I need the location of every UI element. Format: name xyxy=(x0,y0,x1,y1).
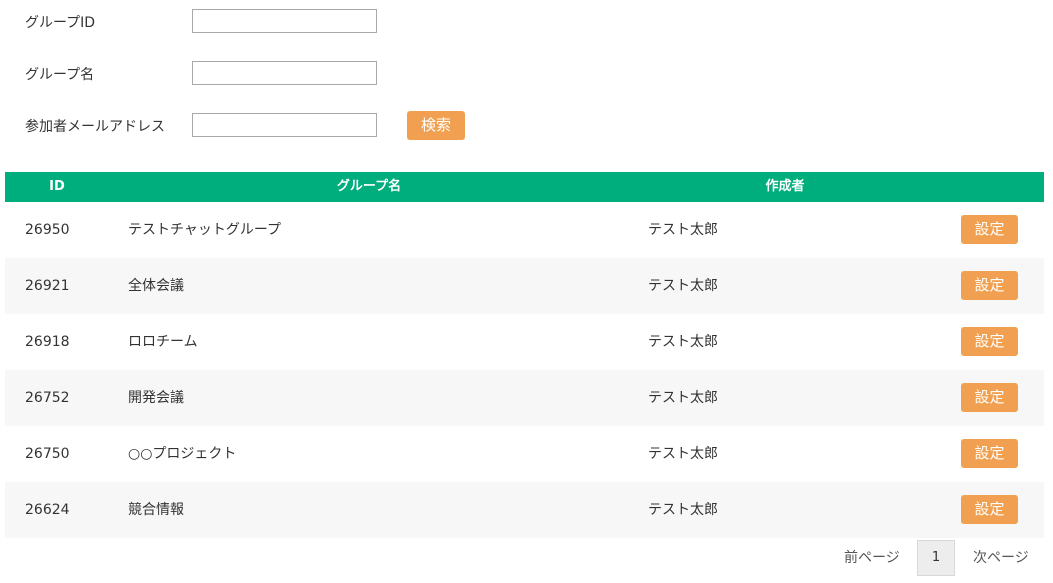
pagination: 前ページ 1 次ページ xyxy=(0,540,1053,578)
prev-page-link[interactable]: 前ページ xyxy=(844,540,900,576)
row-group-name: 開発会議 xyxy=(128,390,184,406)
settings-button[interactable]: 設定 xyxy=(961,215,1018,244)
group-id-label: グループID xyxy=(25,15,96,31)
row-id: 26950 xyxy=(25,222,70,238)
next-page-link[interactable]: 次ページ xyxy=(973,540,1029,576)
row-group-name: ロロチーム xyxy=(128,334,198,350)
settings-button[interactable]: 設定 xyxy=(961,271,1018,300)
settings-button[interactable]: 設定 xyxy=(961,495,1018,524)
row-group-name: テストチャットグループ xyxy=(128,222,282,238)
table-row: 26752 開発会議 テスト太郎 設定 xyxy=(5,370,1044,426)
page-number-current[interactable]: 1 xyxy=(917,540,955,576)
group-id-row: グループID xyxy=(0,7,1053,37)
group-name-label: グループ名 xyxy=(25,67,95,83)
table-row: 26950 テストチャットグループ テスト太郎 設定 xyxy=(5,202,1044,258)
table-row: 26918 ロロチーム テスト太郎 設定 xyxy=(5,314,1044,370)
email-row: 参加者メールアドレス 検索 xyxy=(0,111,1053,141)
row-id: 26921 xyxy=(25,278,70,294)
search-button[interactable]: 検索 xyxy=(407,111,465,140)
row-id: 26750 xyxy=(25,446,70,462)
settings-button[interactable]: 設定 xyxy=(961,439,1018,468)
header-creator: 作成者 xyxy=(765,179,805,194)
email-label: 参加者メールアドレス xyxy=(25,119,165,135)
row-id: 26918 xyxy=(25,334,70,350)
header-group-name: グループ名 xyxy=(336,179,402,194)
row-id: 26624 xyxy=(25,502,70,518)
row-creator: テスト太郎 xyxy=(648,502,718,518)
row-creator: テスト太郎 xyxy=(648,446,718,462)
group-name-row: グループ名 xyxy=(0,59,1053,89)
table-row: 26921 全体会議 テスト太郎 設定 xyxy=(5,258,1044,314)
row-creator: テスト太郎 xyxy=(648,222,718,238)
row-creator: テスト太郎 xyxy=(648,390,718,406)
settings-button[interactable]: 設定 xyxy=(961,383,1018,412)
row-creator: テスト太郎 xyxy=(648,278,718,294)
row-group-name: 全体会議 xyxy=(128,278,184,294)
row-group-name: ○○プロジェクト xyxy=(128,446,237,462)
email-input[interactable] xyxy=(192,113,377,137)
settings-button[interactable]: 設定 xyxy=(961,327,1018,356)
search-form: グループID グループ名 参加者メールアドレス 検索 xyxy=(0,0,1053,160)
row-group-name: 競合情報 xyxy=(128,502,184,518)
header-id: ID xyxy=(49,179,65,194)
row-creator: テスト太郎 xyxy=(648,334,718,350)
table-row: 26750 ○○プロジェクト テスト太郎 設定 xyxy=(5,426,1044,482)
group-name-input[interactable] xyxy=(192,61,377,85)
row-id: 26752 xyxy=(25,390,70,406)
group-id-input[interactable] xyxy=(192,9,377,33)
group-table: ID グループ名 作成者 26950 テストチャットグループ テスト太郎 設定 … xyxy=(5,172,1044,538)
table-header: ID グループ名 作成者 xyxy=(5,172,1044,202)
table-row: 26624 競合情報 テスト太郎 設定 xyxy=(5,482,1044,538)
